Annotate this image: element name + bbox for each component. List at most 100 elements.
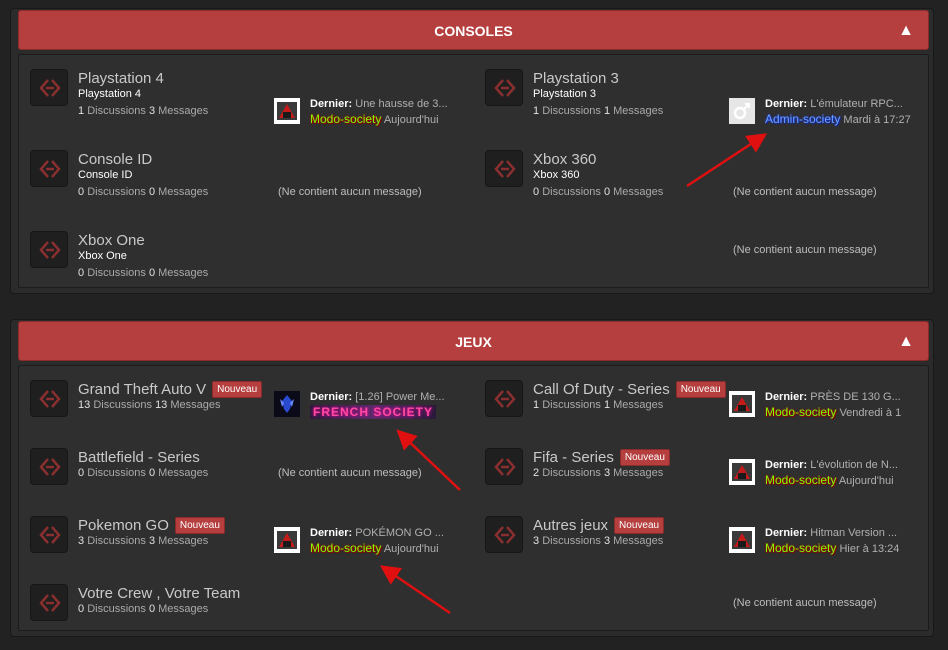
forum-row-fifa: Fifa - Series Nouveau 2 Discussions 3 Mes…	[474, 438, 929, 508]
category-jeux: JEUX ▲ Grand Theft Auto V Nouveau 13 Disc…	[10, 319, 934, 637]
forum-subtitle[interactable]: Xbox 360	[533, 169, 579, 181]
last-post-title[interactable]: POKÉMON GO ...	[355, 527, 444, 539]
new-badge: Nouveau	[614, 517, 665, 534]
empty-forum-text: (Ne contient aucun message)	[733, 186, 877, 198]
new-badge: Nouveau	[619, 449, 670, 466]
last-post-user[interactable]: Modo-society	[310, 112, 381, 126]
forum-title[interactable]: Playstation 3	[533, 70, 619, 87]
forum-stats: 2 Discussions 3 Messages	[533, 467, 664, 479]
user-avatar-icon[interactable]	[729, 527, 755, 553]
empty-forum-text: (Ne contient aucun message)	[733, 244, 877, 256]
forum-stats: 3 Discussions 3 Messages	[78, 535, 209, 547]
forum-title[interactable]: Grand Theft Auto V Nouveau	[78, 381, 263, 398]
forum-row-autres-jeux: Autres jeux Nouveau 3 Discussions 3 Messa…	[474, 506, 929, 576]
empty-forum-text: (Ne contient aucun message)	[278, 186, 422, 198]
forum-title[interactable]: Xbox 360	[533, 151, 596, 168]
last-post-title[interactable]: L'évolution de N...	[810, 459, 898, 471]
forum-subtitle[interactable]: Playstation 4	[78, 88, 141, 100]
forum-title[interactable]: Pokemon GO Nouveau	[78, 517, 225, 534]
forum-title[interactable]: Battlefield - Series	[78, 449, 200, 466]
user-avatar-icon[interactable]	[274, 391, 300, 417]
forum-list: Grand Theft Auto V Nouveau 13 Discussions…	[18, 365, 929, 631]
empty-forum-text: (Ne contient aucun message)	[733, 597, 877, 609]
forum-stats: 1 Discussions 1 Messages	[533, 399, 664, 411]
forum-link-icon[interactable]	[485, 516, 523, 553]
forum-row-battlefield: Battlefield - Series 0 Discussions 0 Mes…	[19, 438, 474, 508]
last-post-date: Mardi à 17:27	[843, 114, 911, 126]
forum-link-icon[interactable]	[30, 69, 68, 106]
last-post-title[interactable]: L'émulateur RPC...	[810, 98, 903, 110]
user-avatar-icon[interactable]	[729, 459, 755, 485]
forum-link-icon[interactable]	[30, 380, 68, 417]
forum-title[interactable]: Console ID	[78, 151, 152, 168]
forum-link-icon[interactable]	[30, 231, 68, 268]
forum-row-xbox-360: Xbox 360 Xbox 360 0 Discussions 0 Messag…	[474, 140, 929, 210]
chevron-up-icon[interactable]: ▲	[898, 322, 914, 362]
forum-row-playstation-3: Playstation 3 Playstation 3 1 Discussion…	[474, 59, 929, 129]
forum-row-xbox-one: Xbox One Xbox One 0 Discussions 0 Messag…	[19, 221, 474, 291]
last-post-user[interactable]: Modo-society	[765, 541, 836, 555]
last-post-user[interactable]: Modo-society	[310, 541, 381, 555]
last-post: Dernier: Une hausse de 3... Modo-society…	[274, 97, 474, 127]
forum-link-icon[interactable]	[485, 448, 523, 485]
last-post-user[interactable]: FRENCH SOCIETY	[310, 405, 437, 419]
forum-stats: 1 Discussions 3 Messages	[78, 105, 209, 117]
category-consoles: CONSOLES ▲ Playstation 4 Playstation 4 1…	[10, 8, 934, 294]
last-post-date: Aujourd'hui	[383, 543, 439, 555]
last-post: Dernier: [1.26] Power Me... FRENCH SOCIE…	[274, 390, 474, 420]
forum-stats: 0 Discussions 0 Messages	[533, 186, 664, 198]
last-post: Dernier: L'évolution de N... Modo-societ…	[729, 458, 929, 488]
forum-title[interactable]: Votre Crew , Votre Team	[78, 585, 240, 602]
user-avatar-icon[interactable]	[729, 98, 755, 124]
forum-title[interactable]: Xbox One	[78, 232, 145, 249]
last-post-date: Aujourd'hui	[383, 114, 439, 126]
forum-link-icon[interactable]	[485, 150, 523, 187]
forum-title[interactable]: Fifa - Series Nouveau	[533, 449, 670, 466]
user-avatar-icon[interactable]	[274, 98, 300, 124]
last-post-user[interactable]: Modo-society	[765, 473, 836, 487]
forum-title[interactable]: Playstation 4	[78, 70, 164, 87]
last-post-title[interactable]: PRÈS DE 130 G...	[810, 391, 900, 403]
forum-link-icon[interactable]	[30, 150, 68, 187]
forum-link-icon[interactable]	[30, 516, 68, 553]
last-post-title[interactable]: Hitman Version ...	[810, 527, 897, 539]
forum-row-call-of-duty: Call Of Duty - Series Nouveau 1 Discussio…	[474, 370, 929, 440]
chevron-up-icon[interactable]: ▲	[898, 11, 914, 51]
last-post: Dernier: POKÉMON GO ... Modo-society Auj…	[274, 526, 474, 556]
forum-link-icon[interactable]	[30, 584, 68, 621]
category-title: CONSOLES	[434, 23, 513, 39]
user-avatar-icon[interactable]	[274, 527, 300, 553]
last-post-date: Aujourd'hui	[838, 475, 894, 487]
forum-stats: 0 Discussions 0 Messages	[78, 267, 209, 279]
category-header[interactable]: JEUX ▲	[18, 321, 929, 361]
last-post-title[interactable]: [1.26] Power Me...	[355, 391, 444, 403]
forum-title[interactable]: Autres jeux Nouveau	[533, 517, 665, 534]
new-badge: Nouveau	[212, 381, 263, 398]
forum-row-playstation-4: Playstation 4 Playstation 4 1 Discussion…	[19, 59, 474, 129]
last-post: Dernier: L'émulateur RPC... Admin-societ…	[729, 97, 929, 127]
forum-row-console-id: Console ID Console ID 0 Discussions 0 Me…	[19, 140, 474, 210]
forum-stats: 13 Discussions 13 Messages	[78, 399, 221, 411]
last-post-user[interactable]: Admin-society	[765, 112, 840, 126]
empty-forum-text: (Ne contient aucun message)	[278, 467, 422, 479]
forum-row-votre-crew: Votre Crew , Votre Team 0 Discussions 0 …	[19, 574, 474, 644]
forum-stats: 0 Discussions 0 Messages	[78, 186, 209, 198]
forum-row-gta-v: Grand Theft Auto V Nouveau 13 Discussions…	[19, 370, 474, 440]
last-post-title[interactable]: Une hausse de 3...	[355, 98, 447, 110]
forum-link-icon[interactable]	[485, 69, 523, 106]
forum-subtitle[interactable]: Xbox One	[78, 250, 127, 262]
last-post: Dernier: PRÈS DE 130 G... Modo-society V…	[729, 390, 929, 420]
forum-stats: 0 Discussions 0 Messages	[78, 603, 209, 615]
new-badge: Nouveau	[174, 517, 225, 534]
forum-link-icon[interactable]	[30, 448, 68, 485]
user-avatar-icon[interactable]	[729, 391, 755, 417]
forum-subtitle[interactable]: Playstation 3	[533, 88, 596, 100]
forum-stats: 3 Discussions 3 Messages	[533, 535, 664, 547]
last-post-user[interactable]: Modo-society	[765, 405, 836, 419]
forum-link-icon[interactable]	[485, 380, 523, 417]
forum-subtitle[interactable]: Console ID	[78, 169, 132, 181]
forum-title[interactable]: Call Of Duty - Series Nouveau	[533, 381, 726, 398]
last-post: Dernier: Hitman Version ... Modo-society…	[729, 526, 929, 556]
last-post-date: Vendredi à 1	[839, 407, 902, 419]
category-header[interactable]: CONSOLES ▲	[18, 10, 929, 50]
